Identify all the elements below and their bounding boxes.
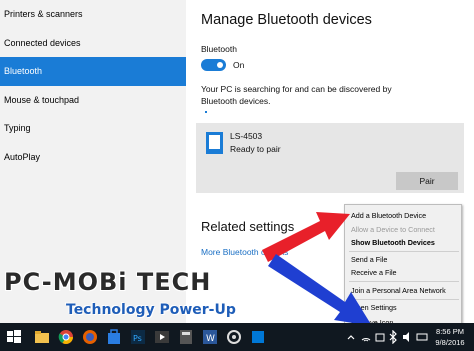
file-explorer-icon[interactable]	[34, 329, 50, 345]
taskbar: Ps W 8:56 PM 9/8/2016	[0, 323, 474, 351]
bluetooth-context-menu: Add a Bluetooth Device Allow a Device to…	[344, 204, 462, 335]
network-icon[interactable]	[360, 331, 372, 343]
watermark-logo: PC-MOBi TECH Technology Power-Up	[0, 262, 285, 322]
menu-item-open-settings[interactable]: Open Settings	[351, 303, 461, 312]
firefox-icon[interactable]	[82, 329, 98, 345]
device-card[interactable]: LS-4503 Ready to pair Pair	[196, 123, 464, 193]
svg-text:W: W	[206, 334, 215, 344]
bluetooth-toggle[interactable]	[201, 59, 226, 71]
bluetooth-tray-icon[interactable]	[388, 330, 398, 344]
media-icon[interactable]	[154, 329, 170, 345]
more-bluetooth-options-link[interactable]: More Bluetooth options	[201, 247, 288, 257]
logo-tagline: Technology Power-Up	[66, 302, 236, 318]
keyboard-icon[interactable]	[416, 331, 428, 343]
menu-item-send-file[interactable]: Send a File	[351, 255, 461, 264]
chevron-up-icon[interactable]	[346, 332, 356, 342]
sidebar-item-connected-devices[interactable]: Connected devices	[0, 29, 186, 58]
volume-icon[interactable]	[402, 331, 414, 343]
searching-indicator	[205, 111, 207, 113]
menu-item-receive-file[interactable]: Receive a File	[351, 268, 461, 277]
phone-icon	[206, 132, 223, 154]
menu-separator	[349, 251, 459, 252]
app-icon[interactable]	[250, 329, 266, 345]
word-icon[interactable]: W	[202, 329, 218, 345]
photoshop-icon[interactable]: Ps	[130, 329, 146, 345]
clock-time: 8:56 PM	[436, 327, 464, 336]
toggle-state-label: On	[233, 60, 245, 70]
calculator-icon[interactable]	[178, 329, 194, 345]
sidebar-item-printers[interactable]: Printers & scanners	[0, 0, 186, 29]
svg-text:Ps: Ps	[133, 334, 142, 343]
related-settings-heading: Related settings	[201, 219, 295, 234]
settings-gear-icon[interactable]	[226, 329, 242, 345]
device-name: LS-4503	[230, 131, 263, 141]
menu-item-show-devices[interactable]: Show Bluetooth Devices	[351, 238, 461, 247]
page-title: Manage Bluetooth devices	[201, 12, 372, 28]
sidebar-item-mouse[interactable]: Mouse & touchpad	[0, 86, 186, 115]
menu-item-allow-connect: Allow a Device to Connect	[351, 225, 435, 234]
menu-item-add-device[interactable]: Add a Bluetooth Device	[351, 211, 461, 220]
menu-separator	[349, 299, 459, 300]
sidebar-item-bluetooth[interactable]: Bluetooth	[0, 57, 186, 86]
menu-separator	[349, 281, 459, 282]
store-icon[interactable]	[106, 329, 122, 345]
bluetooth-label: Bluetooth	[201, 44, 237, 54]
taskbar-clock[interactable]: 8:56 PM 9/8/2016	[432, 326, 468, 348]
wifi-icon[interactable]	[374, 331, 386, 343]
toggle-knob	[217, 62, 223, 68]
sidebar-item-typing[interactable]: Typing	[0, 114, 186, 143]
pair-button[interactable]: Pair	[396, 172, 458, 190]
windows-start-icon[interactable]	[6, 329, 22, 345]
clock-date: 9/8/2016	[435, 338, 465, 347]
device-status: Ready to pair	[230, 144, 281, 154]
menu-item-join-pan[interactable]: Join a Personal Area Network	[351, 286, 461, 295]
sidebar-item-autoplay[interactable]: AutoPlay	[0, 143, 186, 172]
chrome-icon[interactable]	[58, 329, 74, 345]
discovery-status-text: Your PC is searching for and can be disc…	[201, 84, 392, 106]
logo-title: PC-MOBi TECH	[4, 268, 212, 296]
